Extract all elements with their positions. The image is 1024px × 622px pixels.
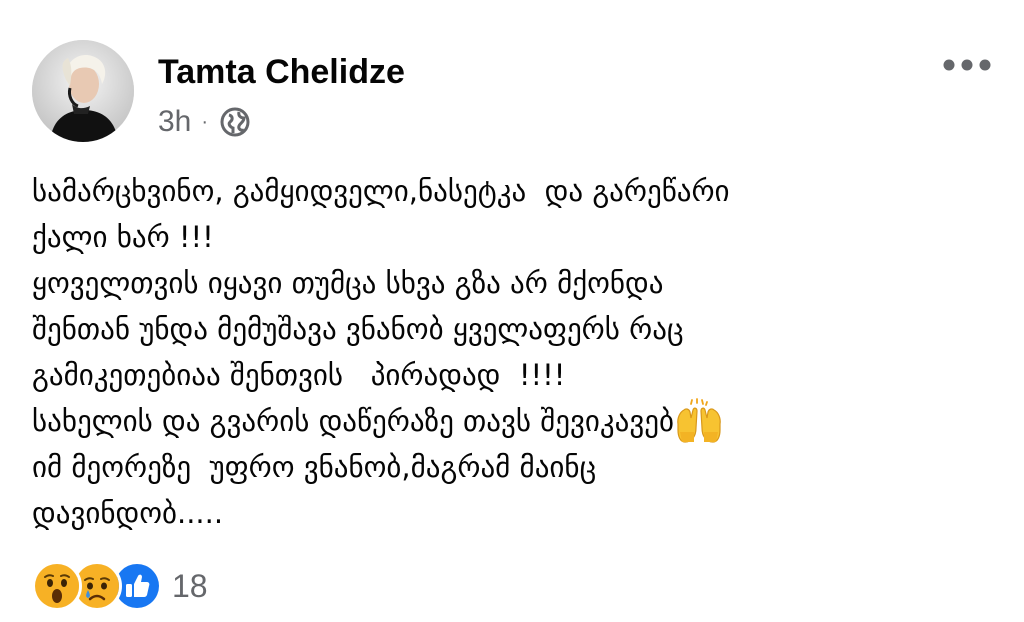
post-text-line-with-emoji: სახელის და გვარის დაწერაზე თავს შევიკავე… [32, 398, 992, 444]
reactions-summary[interactable]: 18 [32, 561, 208, 611]
post-text-line: იმ მეორეზე უფრო ვნანობ,მაგრამ მაინც [32, 450, 597, 484]
post-text-line: გამიკეთებიაა შენთვის პირადად !!!! [32, 358, 566, 392]
wow-reaction-icon [32, 561, 82, 611]
author-avatar[interactable] [32, 40, 134, 142]
globe-icon[interactable] [220, 107, 250, 137]
reaction-count[interactable]: 18 [172, 568, 208, 605]
post-time[interactable]: 3h [158, 105, 191, 139]
meta-separator: · [201, 111, 209, 133]
raising-hands-emoji [674, 398, 724, 444]
more-options-button[interactable] [940, 50, 994, 80]
post-body: სამარცხვინო, გამყიდველი,ნასეტკა და გარეწ… [32, 168, 992, 536]
post-text-line: ქალი ხარ !!! [32, 220, 214, 254]
post-text-line: ყოველთვის იყავი თუმცა სხვა გზა არ მქონდა [32, 266, 664, 300]
post-text-line: შენთან უნდა მემუშავა ვნანობ ყველაფერს რა… [32, 312, 684, 346]
post-text-line: დავინდობ..... [32, 496, 224, 530]
post-text-line: სამარცხვინო, გამყიდველი,ნასეტკა და გარეწ… [32, 174, 730, 208]
more-horizontal-icon [943, 59, 991, 71]
post-meta: 3h · [158, 104, 250, 140]
post-text-line: სახელის და გვარის დაწერაზე თავს შევიკავე… [32, 404, 674, 438]
facebook-post: Tamta Chelidze 3h · სამარცხვინო, გამყიდვ… [0, 0, 1024, 622]
author-name[interactable]: Tamta Chelidze [158, 52, 405, 92]
